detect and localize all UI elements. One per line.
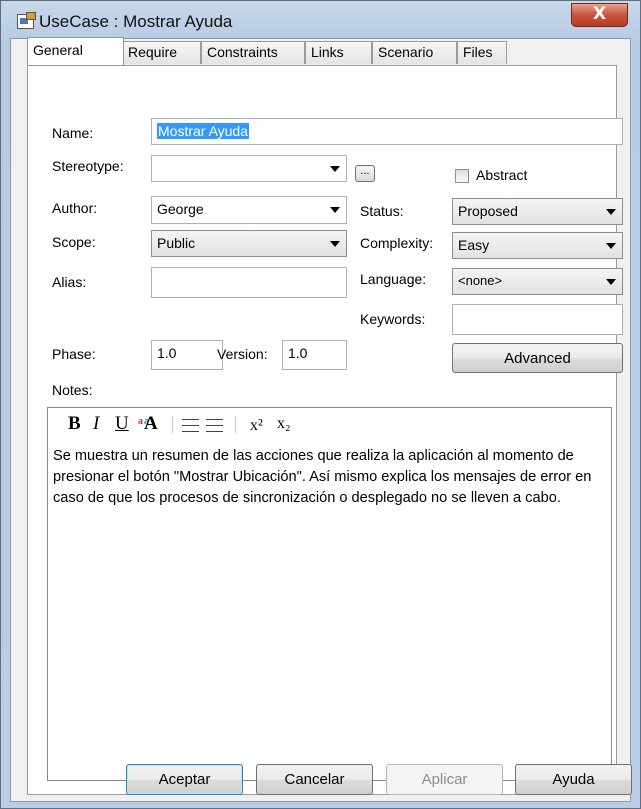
phase-value: 1.0 [157,345,177,361]
version-label: Version: [217,346,268,362]
tab-scenario[interactable]: Scenario [372,41,457,64]
language-select[interactable]: <none> [452,268,623,295]
dialog-window: UseCase : Mostrar Ayuda X General Requir… [0,0,641,809]
stereotype-label: Stereotype: [52,158,124,174]
tab-files[interactable]: Files [457,41,507,64]
notes-toolbar: B I U aaA x² x₂ [48,408,611,438]
alias-field[interactable] [151,267,347,298]
advanced-button[interactable]: Advanced [452,343,623,373]
underline-icon[interactable]: U [115,414,129,434]
name-value: Mostrar Ayuda [157,123,250,139]
abstract-checkbox[interactable] [455,169,469,183]
tab-label: Files [463,44,493,60]
complexity-select[interactable]: Easy [452,232,623,259]
author-select[interactable]: George [151,196,347,224]
author-value: George [157,201,204,217]
author-label: Author: [52,200,98,216]
chevron-down-icon [330,166,340,172]
chevron-down-icon [330,207,340,213]
chevron-down-icon [330,241,340,247]
keywords-label: Keywords: [360,311,426,327]
font-color-icon[interactable]: aaA [138,414,158,434]
version-field[interactable]: 1.0 [282,340,347,370]
name-field[interactable]: Mostrar Ayuda [151,118,623,145]
bullet-list-icon[interactable] [182,418,199,433]
tab-require[interactable]: Require [122,41,201,64]
subscript-icon[interactable]: x₂ [277,414,291,434]
usecase-app-icon [17,12,36,29]
scope-label: Scope: [52,234,96,250]
tab-label: Scenario [378,44,434,60]
notes-text: Se muestra un resumen de las acciones qu… [53,448,592,506]
notes-editor[interactable]: B I U aaA x² x₂ Se muestra un resumen de… [47,407,612,781]
close-button[interactable]: X [571,3,628,27]
help-button[interactable]: Ayuda [515,764,632,795]
toolbar-separator [235,416,236,433]
chevron-down-icon [606,279,616,285]
phase-field[interactable]: 1.0 [151,340,223,370]
tab-general[interactable]: General [27,37,124,65]
language-label: Language: [360,271,427,287]
superscript-icon[interactable]: x² [250,416,263,436]
title-bar[interactable]: UseCase : Mostrar Ayuda X [1,1,640,39]
complexity-value: Easy [458,237,490,253]
stereotype-browse-button[interactable]: ... [355,165,375,182]
chevron-down-icon [606,243,616,249]
version-value: 1.0 [288,345,308,361]
abstract-label: Abstract [476,167,528,183]
tab-constraints[interactable]: Constraints [201,41,305,64]
tab-label: Constraints [207,44,278,60]
cancel-button[interactable]: Cancelar [256,764,373,795]
chevron-down-icon [606,209,616,215]
notes-label: Notes: [52,382,93,398]
apply-button[interactable]: Aplicar [386,764,503,795]
language-value: <none> [458,273,503,288]
window-title: UseCase : Mostrar Ayuda [39,12,233,31]
keywords-field[interactable] [452,304,623,335]
status-select[interactable]: Proposed [452,198,623,225]
tab-label: Links [311,44,344,60]
bold-icon[interactable]: B [68,414,81,434]
name-label: Name: [52,125,94,141]
scope-select[interactable]: Public [151,230,347,257]
tab-label: General [33,42,83,58]
stereotype-select[interactable] [151,155,347,182]
tab-label: Require [128,44,178,60]
scope-value: Public [157,235,196,251]
complexity-label: Complexity: [360,235,434,251]
status-value: Proposed [458,203,518,219]
toolbar-separator [172,416,173,433]
phase-label: Phase: [52,346,96,362]
ok-button[interactable]: Aceptar [126,764,243,795]
status-label: Status: [360,203,404,219]
numbered-list-icon[interactable] [206,418,223,433]
tab-links[interactable]: Links [305,41,372,64]
italic-icon[interactable]: I [93,414,99,434]
alias-label: Alias: [52,274,87,290]
